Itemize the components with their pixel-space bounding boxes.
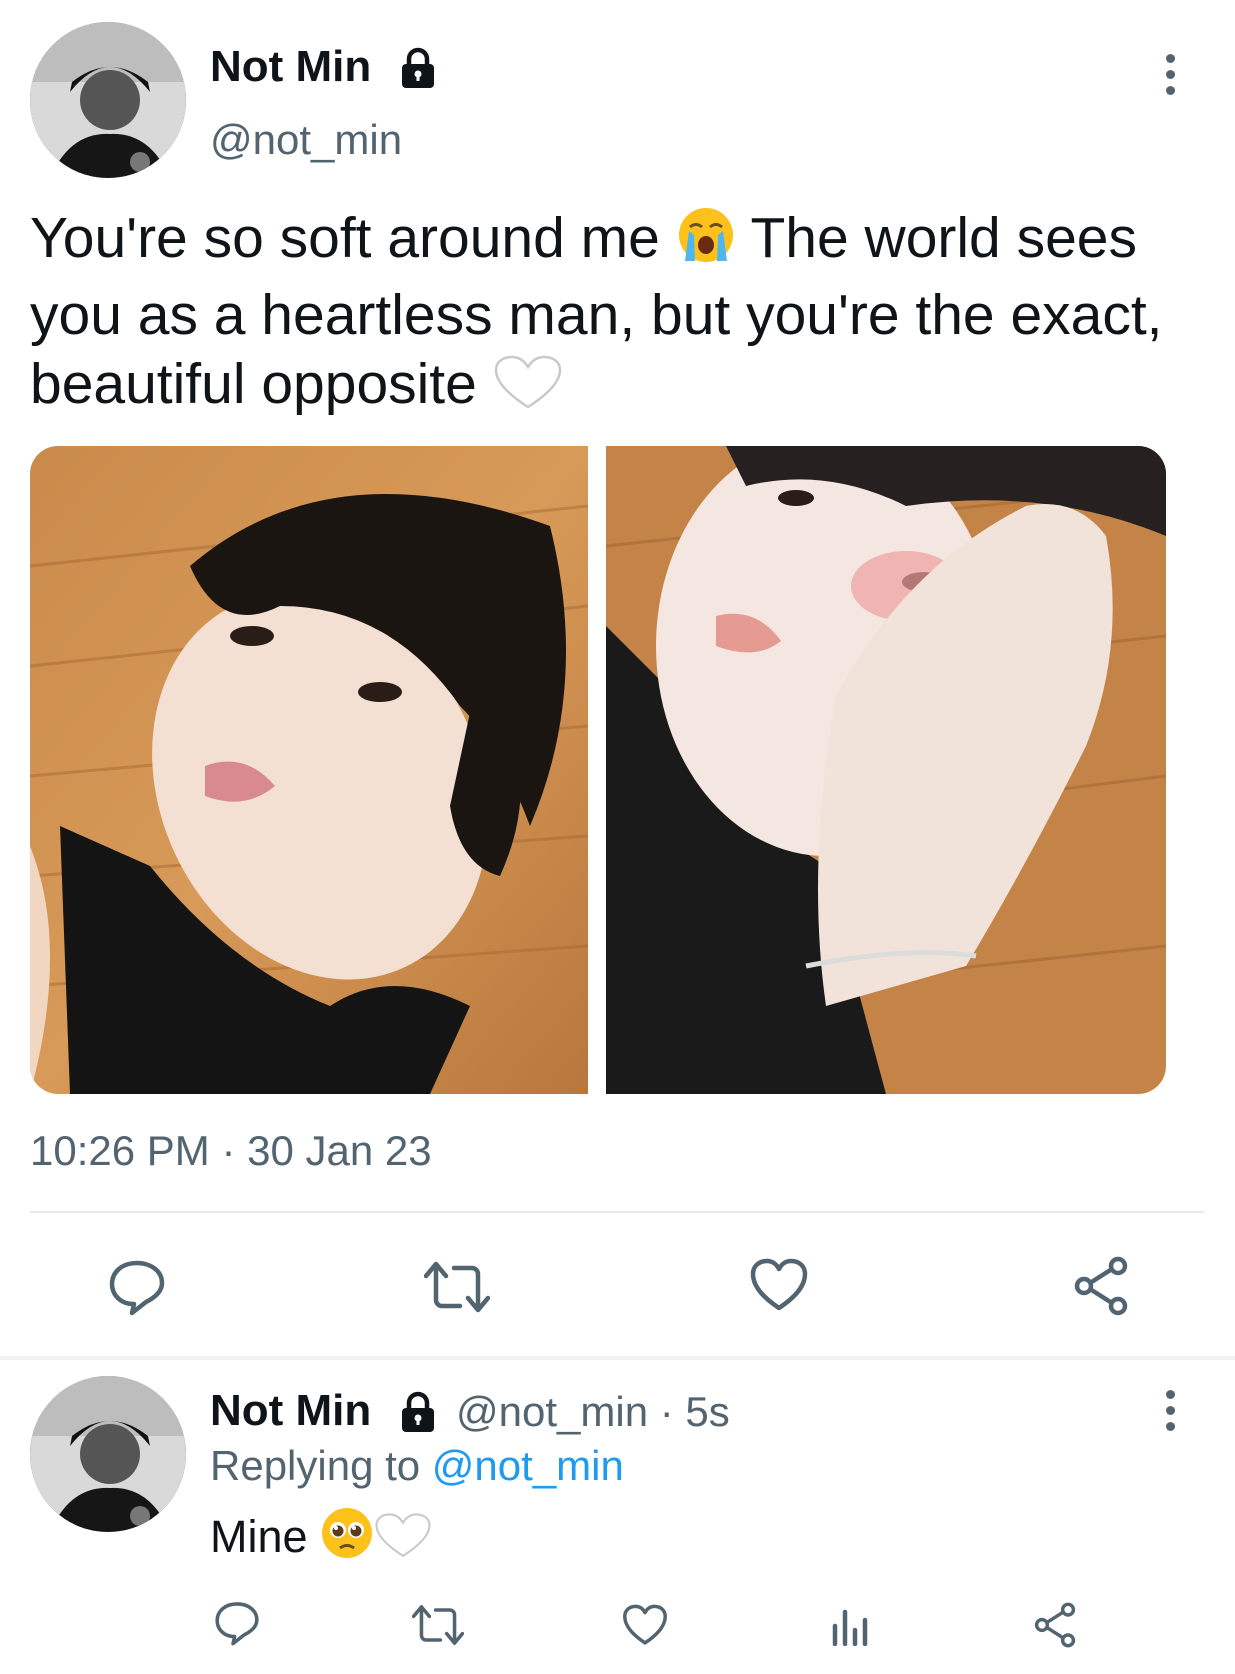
tweet-text-part1: You're so soft around me (30, 206, 676, 270)
reply-text: Mine (210, 1506, 432, 1571)
photo-selfie-right (606, 446, 1166, 1094)
reply-icon[interactable] (214, 1600, 260, 1646)
photo-selfie-left (30, 446, 588, 1094)
author-name[interactable]: Not Min (210, 42, 371, 92)
author-handle[interactable]: @not_min (210, 116, 402, 164)
reply-text-content: Mine (210, 1511, 321, 1562)
replying-to-label: Replying to (210, 1442, 432, 1489)
reply-more-options-icon[interactable] (1166, 1390, 1175, 1438)
white-heart-emoji (374, 1512, 432, 1571)
media-image-left[interactable] (30, 446, 588, 1094)
retweet-icon[interactable] (424, 1258, 490, 1316)
media-image-right[interactable] (606, 446, 1166, 1094)
lock-icon (396, 1390, 440, 1434)
lock-icon (396, 46, 440, 90)
like-icon[interactable] (750, 1258, 808, 1312)
reply-author-handle-time[interactable]: @not_min · 5s (456, 1388, 730, 1436)
pleading-face-emoji (320, 1506, 374, 1571)
more-options-icon[interactable] (1166, 54, 1175, 102)
retweet-icon[interactable] (412, 1602, 464, 1648)
tweet-text: You're so soft around me The world sees … (30, 204, 1210, 427)
tweet-timestamp[interactable]: 10:26 PM · 30 Jan 23 (30, 1127, 432, 1175)
white-heart-emoji (493, 355, 563, 427)
reply-author-name[interactable]: Not Min (210, 1386, 371, 1436)
divider-top (30, 1211, 1204, 1213)
share-icon[interactable] (1032, 1602, 1078, 1648)
author-avatar[interactable] (30, 22, 186, 178)
avatar-image (30, 1376, 186, 1532)
like-icon[interactable] (622, 1604, 668, 1646)
analytics-icon[interactable] (830, 1604, 870, 1646)
replying-to-line: Replying to @not_min (210, 1442, 624, 1490)
loudly-crying-face-emoji (676, 205, 736, 281)
reply-author-avatar[interactable] (30, 1376, 186, 1532)
media-gap (588, 446, 606, 1094)
reply-icon[interactable] (108, 1258, 166, 1316)
replying-to-handle-link[interactable]: @not_min (432, 1442, 624, 1489)
share-icon[interactable] (1072, 1256, 1130, 1316)
divider-between-tweets (0, 1356, 1235, 1360)
avatar-image (30, 22, 186, 178)
